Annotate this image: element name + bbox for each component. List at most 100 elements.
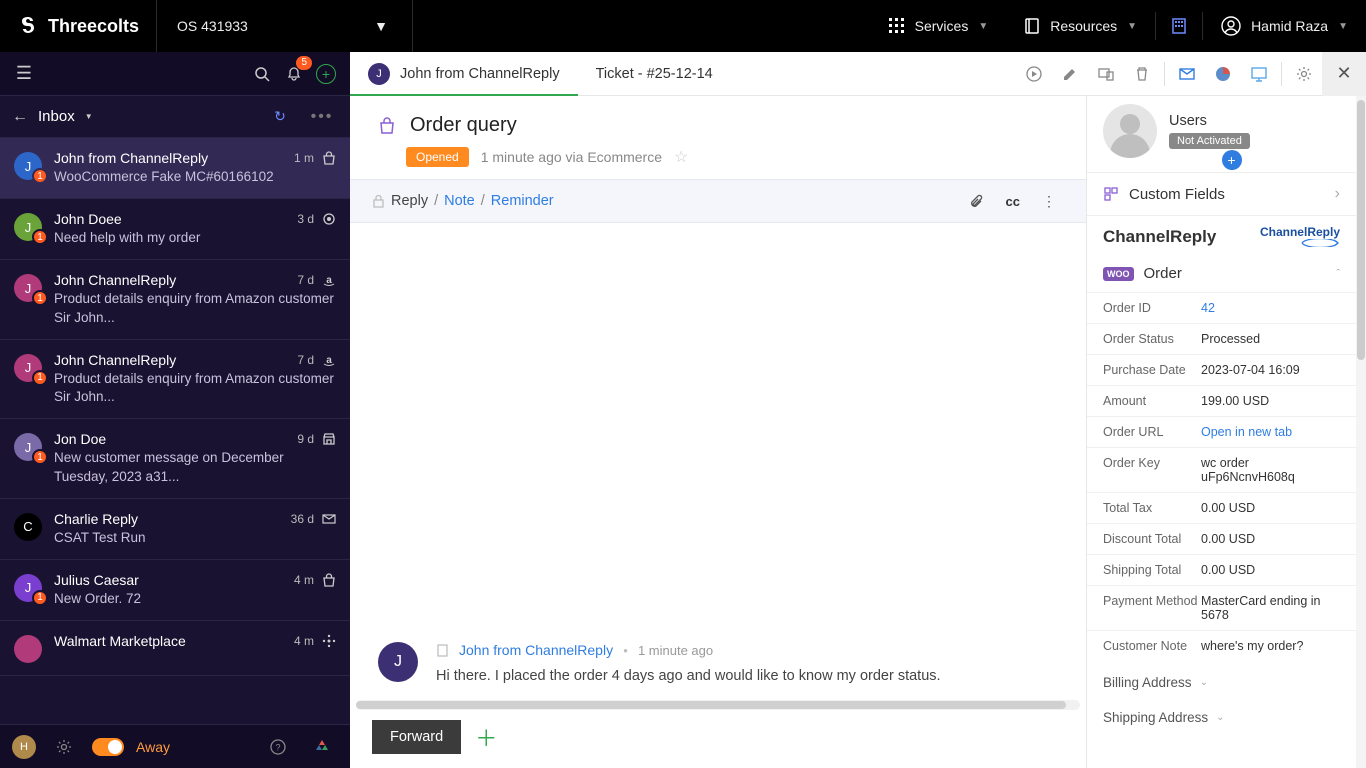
ticket-item[interactable]: J 1 John ChannelReply 7 d a Product deta… (0, 340, 350, 419)
field-value: 2023-07-04 16:09 (1201, 363, 1340, 377)
sidebar: ☰ 5 + ← Inbox ▼ ↻ ••• J 1 (0, 52, 350, 768)
ticket-name: Julius Caesar (54, 572, 286, 588)
chevron-down-icon[interactable]: ▼ (85, 112, 93, 121)
shipping-address-section[interactable]: Shipping Address ⌄ (1087, 696, 1356, 731)
pencil-icon (1062, 66, 1078, 82)
field-value: 0.00 USD (1201, 563, 1340, 577)
svg-text:a: a (326, 355, 332, 366)
brand[interactable]: Threecolts (0, 0, 157, 52)
building-button[interactable] (1156, 0, 1202, 52)
book-icon (1024, 18, 1040, 34)
grid-icon (889, 18, 905, 34)
inbox-label[interactable]: Inbox (38, 108, 75, 125)
field-value[interactable]: 42 (1201, 301, 1340, 315)
menu-button[interactable]: ☰ (8, 63, 40, 84)
reply-editor[interactable] (350, 223, 1086, 434)
dot-separator: ● (623, 646, 628, 655)
status-label: Away (136, 739, 170, 755)
message-author[interactable]: John from ChannelReply (459, 642, 613, 658)
field-value[interactable]: Open in new tab (1201, 425, 1340, 439)
search-icon (254, 66, 270, 82)
os-selector[interactable]: OS 431933 ▼ (157, 0, 413, 52)
note-tab[interactable]: Note (444, 193, 475, 209)
forward-button[interactable]: Forward (372, 720, 461, 754)
cc-button[interactable]: cc (998, 194, 1028, 209)
source-icon (322, 573, 336, 587)
attach-button[interactable] (961, 194, 992, 209)
ticket-avatar (14, 635, 42, 663)
trash-icon (1134, 66, 1150, 82)
devices-button[interactable] (1088, 56, 1124, 92)
gear-icon (56, 739, 72, 755)
paperclip-icon (969, 194, 984, 209)
ticket-item[interactable]: J 1 Julius Caesar 4 m New Order. 72 (0, 560, 350, 621)
custom-fields-section[interactable]: Custom Fields › (1087, 172, 1356, 215)
ticket-item[interactable]: J 1 John from ChannelReply 1 m WooCommer… (0, 138, 350, 199)
reply-tab[interactable]: Reply (391, 193, 428, 209)
ticket-preview: New Order. 72 (54, 590, 336, 608)
order-section-header[interactable]: WOO Order ˆ (1087, 251, 1356, 292)
email-button[interactable] (1169, 56, 1205, 92)
field-key: Payment Method (1103, 594, 1201, 622)
tab-ticket[interactable]: Ticket - #25-12-14 (578, 52, 731, 95)
status-toggle[interactable] (92, 738, 124, 756)
add-button[interactable]: + (310, 58, 342, 90)
ticket-item[interactable]: J 1 Jon Doe 9 d New customer message on … (0, 419, 350, 498)
ticket-preview: CSAT Test Run (54, 529, 336, 547)
order-field: Payment Method MasterCard ending in 5678 (1087, 585, 1356, 630)
settings-button[interactable] (1286, 56, 1322, 92)
tab-contact[interactable]: J John from ChannelReply (350, 52, 578, 95)
close-button[interactable]: ✕ (1322, 52, 1366, 96)
woo-badge: WOO (1103, 267, 1134, 281)
delete-button[interactable] (1124, 56, 1160, 92)
ticket-item[interactable]: Walmart Marketplace 4 m (0, 621, 350, 676)
ticket-time: 7 d (297, 353, 314, 367)
ticket-preview: Need help with my order (54, 229, 336, 247)
field-key: Order Status (1103, 332, 1201, 346)
display-button[interactable] (1241, 56, 1277, 92)
resources-menu[interactable]: Resources ▼ (1006, 0, 1155, 52)
ticket-item[interactable]: J 1 John ChannelReply 7 d a Product deta… (0, 260, 350, 339)
order-field: Discount Total 0.00 USD (1087, 523, 1356, 554)
chart-button[interactable] (1205, 56, 1241, 92)
ticket-time: 1 m (294, 151, 314, 165)
edit-button[interactable] (1052, 56, 1088, 92)
ticket-avatar: J 1 (14, 433, 42, 461)
apps-button[interactable] (306, 731, 338, 763)
add-action-button[interactable]: ＋ (475, 721, 497, 753)
monitor-icon (1250, 65, 1268, 83)
h-scrollbar[interactable] (356, 700, 1080, 710)
reminder-tab[interactable]: Reminder (491, 193, 554, 209)
settings-button[interactable] (48, 731, 80, 763)
billing-address-section[interactable]: Billing Address ⌄ (1087, 661, 1356, 696)
add-user-button[interactable]: + (1222, 150, 1242, 170)
services-menu[interactable]: Services ▼ (871, 0, 1007, 52)
more-button[interactable]: ••• (306, 101, 338, 133)
order-field: Shipping Total 0.00 USD (1087, 554, 1356, 585)
resources-label: Resources (1050, 18, 1117, 34)
help-button[interactable]: ? (262, 731, 294, 763)
order-field: Order URL Open in new tab (1087, 416, 1356, 447)
field-value: wc order uFp6NcnvH608q (1201, 456, 1340, 484)
ticket-item[interactable]: J 1 John Doee 3 d Need help with my orde… (0, 199, 350, 260)
v-scrollbar[interactable] (1356, 96, 1366, 768)
record-button[interactable] (1016, 56, 1052, 92)
field-key: Purchase Date (1103, 363, 1201, 377)
footer-avatar[interactable]: H (12, 735, 36, 759)
pie-chart-icon (1214, 65, 1232, 83)
field-key: Shipping Total (1103, 563, 1201, 577)
order-field: Order Status Processed (1087, 323, 1356, 354)
field-key: Order ID (1103, 301, 1201, 315)
search-button[interactable] (246, 58, 278, 90)
unread-badge: 1 (32, 290, 48, 306)
user-menu[interactable]: Hamid Raza ▼ (1203, 0, 1366, 52)
user-card: Users Not Activated + (1087, 96, 1356, 162)
ticket-item[interactable]: C Charlie Reply 36 d CSAT Test Run (0, 499, 350, 560)
notifications-button[interactable]: 5 (278, 58, 310, 90)
refresh-button[interactable]: ↻ (264, 101, 296, 133)
more-button[interactable]: ⋮ (1034, 193, 1064, 210)
field-key: Total Tax (1103, 501, 1201, 515)
back-button[interactable]: ← (12, 108, 28, 126)
star-button[interactable]: ☆ (674, 147, 688, 167)
field-value: 0.00 USD (1201, 532, 1340, 546)
